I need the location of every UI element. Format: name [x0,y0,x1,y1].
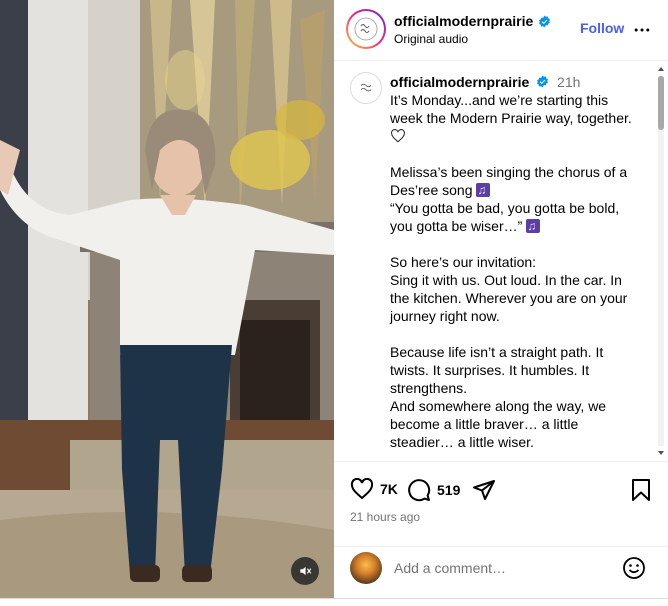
caption-line: So here’s our invitation: [390,254,537,270]
verified-badge-icon [537,75,549,88]
comment-count[interactable]: 519 [437,482,460,498]
modern-prairie-logo-icon [360,83,372,92]
caption-line: Des’ree song [390,182,473,198]
white-heart-emoji-icon [391,129,405,143]
add-comment-bar [334,546,668,598]
share-button[interactable] [472,478,496,502]
caption-line: week the Modern Prairie way, together. [390,110,632,126]
caption-section[interactable]: officialmodernprairie 21h It’s Monday...… [334,62,668,460]
author-username-link[interactable]: officialmodernprairie [394,13,551,29]
emoji-picker-button[interactable] [622,556,646,585]
save-button[interactable] [631,478,651,507]
post-timestamp[interactable]: 21 hours ago [350,510,420,524]
more-dots-icon [634,28,650,32]
scroll-up-arrow-icon[interactable] [657,65,665,73]
author-avatar[interactable] [346,9,386,49]
window-bottom-edge [0,598,668,606]
verified-badge-icon [539,15,551,27]
post-actions: 7K 519 21 hours ago [334,461,668,546]
caption-line: strengthens. [390,380,468,396]
musical-notes-emoji-icon [476,181,491,199]
like-button[interactable]: 7K [350,478,398,500]
caption-text: officialmodernprairie 21h It’s Monday...… [390,73,652,451]
caption-line: Sing it with us. Out loud. In the car. I… [390,272,622,288]
post-header: officialmodernprairie Original audio Fol… [334,0,668,61]
caption-line: And somewhere along the way, we [390,398,607,414]
caption-line: Because life isn’t a straight path. It [390,344,604,360]
more-options-button[interactable] [632,20,652,45]
modern-prairie-logo-icon [354,17,378,41]
follow-button[interactable]: Follow [580,20,624,36]
smiley-face-icon [623,557,645,579]
paper-plane-icon [473,480,495,500]
scroll-track[interactable] [658,76,664,446]
post-video[interactable] [0,0,334,598]
scroll-thumb[interactable] [658,76,664,130]
caption-line: become a little braver… a little [390,416,579,432]
bookmark-icon [632,479,650,501]
caption-line: twists. It surprises. It humbles. It [390,362,590,378]
author-username[interactable]: officialmodernprairie [394,13,533,29]
caption-line: journey right now. [390,308,500,324]
like-count[interactable]: 7K [380,481,398,497]
caption-line: you gotta be wiser…” [390,218,523,234]
caption-line: Melissa’s been singing the chorus of a [390,164,628,180]
heart-icon [350,478,374,500]
caption-line: “You gotta be bad, you gotta be bold, [390,200,620,216]
caption-username[interactable]: officialmodernprairie [390,74,529,90]
scroll-down-arrow-icon[interactable] [657,449,665,457]
video-frame [0,0,334,598]
post-detail-panel: officialmodernprairie Original audio Fol… [334,0,668,598]
caption-scrollbar[interactable] [655,62,667,460]
comment-bubble-icon [408,479,431,502]
caption-line: It’s Monday...and we’re starting this [390,92,609,108]
comment-button[interactable]: 519 [407,478,460,502]
caption-author-avatar[interactable] [350,72,382,104]
caption-line: steadier… a little wiser. [390,434,534,450]
musical-notes-emoji-icon [526,217,541,235]
mute-toggle-button[interactable] [291,557,319,585]
comment-input[interactable] [394,555,614,581]
caption-line: the kitchen. Wherever you are on your [390,290,628,306]
current-user-avatar[interactable] [350,552,382,584]
audio-link[interactable]: Original audio [394,32,468,46]
caption-timestamp[interactable]: 21h [557,74,580,90]
speaker-muted-icon [300,566,312,576]
